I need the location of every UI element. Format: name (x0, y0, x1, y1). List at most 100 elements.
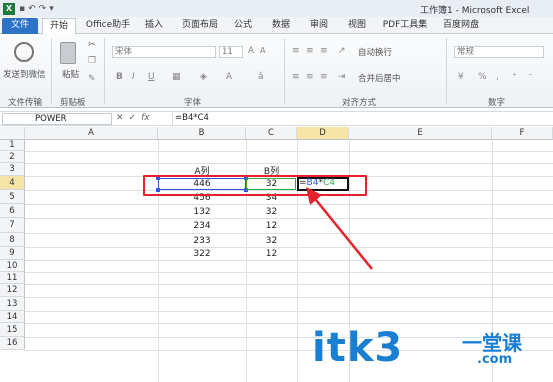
row-header[interactable]: 10 (0, 260, 25, 272)
grid-line (25, 311, 553, 312)
orientation-icon[interactable]: ↗ (338, 46, 346, 56)
format-painter-icon[interactable]: ✎ (88, 74, 96, 84)
percent-button[interactable]: % (478, 72, 487, 82)
cell-c9[interactable]: 12 (246, 249, 297, 259)
send-to-wechat-button[interactable]: 发送到微信 (3, 68, 46, 80)
align-bottom-icon[interactable]: ≡ (320, 46, 328, 56)
insert-function-icon[interactable]: fx (141, 113, 150, 123)
row-header[interactable]: 5 (0, 190, 25, 204)
column-header-d[interactable]: D (297, 127, 349, 140)
cell-c7[interactable]: 12 (246, 221, 297, 231)
tab-review[interactable]: 审阅 (306, 18, 332, 34)
row-header[interactable]: 6 (0, 204, 25, 218)
shrink-font-icon[interactable]: A (260, 46, 265, 55)
font-color-icon[interactable]: A (226, 72, 232, 82)
undo-icon[interactable]: ↶ (28, 4, 36, 14)
row-header[interactable]: 3 (0, 163, 25, 176)
underline-icon[interactable]: U (148, 72, 155, 82)
grid-line (25, 297, 553, 298)
tab-home[interactable]: 开始 (42, 18, 76, 34)
ribbon-separator (51, 38, 52, 104)
paste-icon (60, 42, 76, 64)
column-header-e[interactable]: E (349, 127, 492, 140)
row-header[interactable]: 15 (0, 323, 25, 337)
grid-line (25, 260, 553, 261)
number-format-select[interactable]: 常规 (454, 46, 544, 58)
title-bar: X ▪ ↶ ↷ ▾ 工作簿1 - Microsoft Excel (0, 0, 553, 17)
row-header[interactable]: 8 (0, 233, 25, 247)
border-icon[interactable]: ▦ (172, 72, 181, 82)
row-header[interactable]: 7 (0, 218, 25, 233)
row-header[interactable]: 1 (0, 140, 25, 151)
row-header[interactable]: 2 (0, 151, 25, 163)
group-label-file-transfer: 文件传输 (8, 98, 43, 108)
ribbon: 发送到微信 文件传输 粘贴 ✂ ❐ ✎ 剪贴板 宋体 11 A A B I U … (0, 34, 553, 108)
row-header[interactable]: 13 (0, 297, 25, 311)
comma-style-icon[interactable]: , (496, 72, 499, 82)
tab-formulas[interactable]: 公式 (230, 18, 256, 34)
formula-input[interactable]: =B4*C4 (172, 113, 552, 125)
align-middle-icon[interactable]: ≡ (306, 46, 314, 56)
row-header[interactable]: 9 (0, 247, 25, 260)
cell-c6[interactable]: 32 (246, 207, 297, 217)
align-left-icon[interactable]: ≡ (292, 72, 300, 82)
cell-b8[interactable]: 233 (158, 236, 246, 246)
cancel-icon[interactable]: ✕ (116, 113, 124, 123)
tab-data[interactable]: 数据 (268, 18, 294, 34)
currency-icon[interactable]: ¥ (458, 72, 464, 82)
font-size-select[interactable]: 11 (219, 46, 243, 58)
cell-b7[interactable]: 234 (158, 221, 246, 231)
cell-c8[interactable]: 32 (246, 236, 297, 246)
tab-office-helper[interactable]: Office助手 (80, 18, 136, 34)
grid-line (25, 284, 553, 285)
grid-line (25, 218, 553, 219)
row-header[interactable]: 12 (0, 284, 25, 297)
tab-page-layout[interactable]: 页面布局 (176, 18, 224, 34)
wrap-text-button[interactable]: 自动换行 (358, 46, 392, 58)
tab-baidu-netdisk[interactable]: 百度网盘 (436, 18, 486, 34)
tab-view[interactable]: 视图 (344, 18, 370, 34)
row-header[interactable]: 11 (0, 272, 25, 284)
grid-line (25, 272, 553, 273)
column-header-b[interactable]: B (158, 127, 246, 140)
align-top-icon[interactable]: ≡ (292, 46, 300, 56)
cell-b9[interactable]: 322 (158, 249, 246, 259)
column-header-f[interactable]: F (492, 127, 553, 140)
merge-center-button[interactable]: 合并后居中 (358, 72, 401, 84)
wechat-icon (14, 42, 34, 62)
excel-logo-icon: X (3, 2, 15, 15)
bold-icon[interactable]: B (116, 72, 123, 82)
formula-bar: POWER ✕ ✓ fx =B4*C4 (0, 111, 553, 126)
row-header[interactable]: 14 (0, 311, 25, 323)
select-all-corner[interactable] (0, 127, 25, 140)
paste-button[interactable]: 粘贴 (62, 68, 79, 80)
redo-icon[interactable]: ↷ (39, 4, 47, 14)
font-name-select[interactable]: 宋体 (112, 46, 216, 58)
increase-decimal-icon[interactable]: ⁺ (512, 72, 517, 82)
phonetic-icon[interactable]: ǎ (258, 72, 264, 82)
align-center-icon[interactable]: ≡ (306, 72, 314, 82)
cell-b6[interactable]: 132 (158, 207, 246, 217)
column-header-a[interactable]: A (25, 127, 158, 140)
group-label-alignment: 对齐方式 (342, 98, 377, 108)
cut-icon[interactable]: ✂ (88, 40, 96, 50)
formula-buttons: ✕ ✓ fx (116, 113, 150, 123)
row-header[interactable]: 4 (0, 176, 25, 190)
align-right-icon[interactable]: ≡ (320, 72, 328, 82)
copy-icon[interactable]: ❐ (88, 56, 96, 66)
grid-line (25, 151, 553, 152)
save-icon[interactable]: ▪ (19, 4, 25, 14)
decrease-decimal-icon[interactable]: ⁻ (528, 72, 533, 82)
column-header-c[interactable]: C (246, 127, 297, 140)
name-box[interactable]: POWER (2, 113, 112, 125)
customize-icon[interactable]: ▾ (49, 4, 54, 14)
tab-file[interactable]: 文件 (2, 18, 38, 34)
indent-icon[interactable]: ⇥ (338, 72, 346, 82)
grow-font-icon[interactable]: A (248, 46, 254, 56)
italic-icon[interactable]: I (132, 72, 135, 82)
enter-icon[interactable]: ✓ (129, 113, 137, 123)
tab-pdf-tools[interactable]: PDF工具集 (380, 18, 430, 34)
fill-color-icon[interactable]: ◈ (200, 72, 207, 82)
row-header[interactable]: 16 (0, 337, 25, 350)
tab-insert[interactable]: 插入 (140, 18, 168, 34)
